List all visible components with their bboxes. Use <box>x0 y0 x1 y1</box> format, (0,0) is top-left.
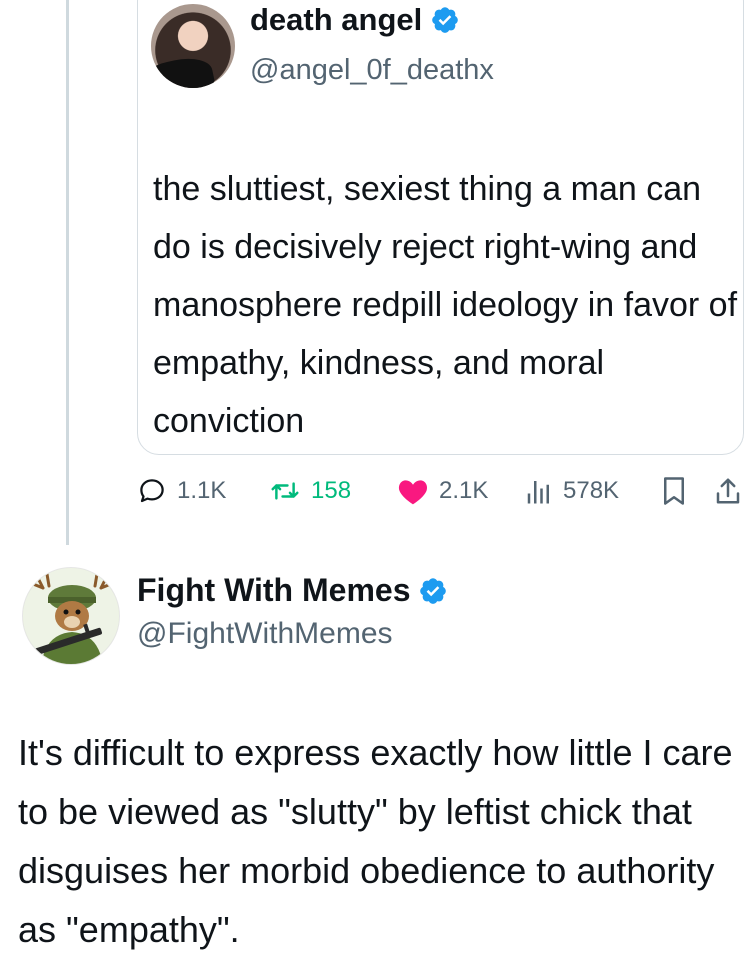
display-name-text: death angel <box>250 2 423 37</box>
like-icon <box>398 480 428 505</box>
retweet-icon <box>271 482 299 500</box>
verified-badge-icon <box>420 577 447 604</box>
views-count: 578K <box>563 477 620 504</box>
bookmark-button[interactable] <box>661 476 687 506</box>
reply-button[interactable]: 1.1K <box>137 476 226 506</box>
thread-connector-line <box>66 0 69 545</box>
quoted-tweet-handle[interactable]: @angel_0f_deathx <box>250 54 494 87</box>
quoted-tweet-avatar[interactable] <box>151 4 235 88</box>
reply-tweet-handle[interactable]: @FightWithMemes <box>137 617 393 651</box>
deer-soldier-avatar-icon <box>23 568 119 664</box>
like-button[interactable]: 2.1K <box>397 476 488 506</box>
reply-count: 1.1K <box>177 477 227 504</box>
display-name-text: Fight With Memes <box>137 572 411 608</box>
reply-icon <box>140 479 164 503</box>
bookmark-icon <box>664 477 684 505</box>
retweet-button[interactable]: 158 <box>269 476 351 506</box>
avatar-redaction <box>151 53 216 88</box>
quoted-tweet-text: the sluttiest, sexiest thing a man can d… <box>153 170 738 440</box>
reply-tweet-avatar[interactable] <box>22 567 120 665</box>
reply-tweet-display-name[interactable]: Fight With Memes <box>137 572 448 609</box>
views-icon <box>527 481 549 504</box>
like-count: 2.1K <box>439 477 489 504</box>
reply-tweet-text: It's difficult to express exactly how li… <box>18 732 733 950</box>
verified-badge-icon <box>432 7 459 33</box>
share-button[interactable] <box>715 476 741 506</box>
tweet-action-bar: 1.1K 158 2.1K 578K <box>137 470 749 516</box>
views-button[interactable]: 578K <box>525 476 619 506</box>
share-icon <box>716 478 740 504</box>
retweet-count: 158 <box>311 477 352 504</box>
quoted-tweet-display-name[interactable]: death angel <box>250 2 460 38</box>
